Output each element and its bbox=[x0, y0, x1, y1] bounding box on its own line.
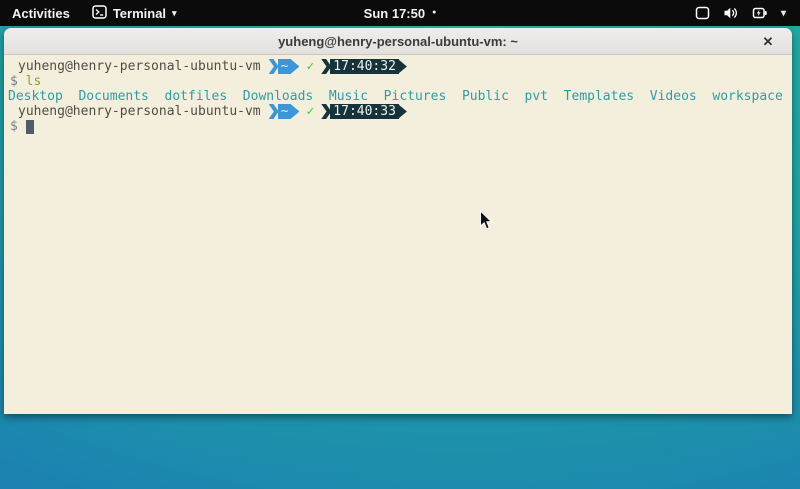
command-line: $ ls bbox=[4, 74, 792, 89]
system-tray-menu[interactable]: ▾ bbox=[681, 0, 800, 26]
directory-name: Music bbox=[329, 89, 368, 104]
status-check-icon: ✓ bbox=[306, 59, 314, 74]
prompt-time: 17:40:33 bbox=[330, 104, 399, 119]
directory-name: Pictures bbox=[384, 89, 447, 104]
directory-name: Templates bbox=[564, 89, 634, 104]
directory-name: Videos bbox=[650, 89, 697, 104]
window-title: yuheng@henry-personal-ubuntu-vm: ~ bbox=[278, 34, 518, 49]
input-line[interactable]: $ bbox=[4, 119, 792, 134]
terminal-window: yuheng@henry-personal-ubuntu-vm: ~ ✕ yuh… bbox=[4, 28, 792, 414]
terminal-app-icon bbox=[92, 5, 107, 22]
directory-name: pvt bbox=[525, 89, 548, 104]
clock[interactable]: Sun 17:50 bbox=[364, 6, 425, 21]
prompt-user-host: yuheng@henry-personal-ubuntu-vm bbox=[18, 104, 261, 119]
directory-name: Downloads bbox=[243, 89, 313, 104]
battery-charging-icon bbox=[752, 6, 768, 20]
prompt-line: yuheng@henry-personal-ubuntu-vm ~ ✓ 17:4… bbox=[4, 104, 792, 119]
typed-command: ls bbox=[26, 74, 42, 89]
prompt-time: 17:40:32 bbox=[330, 59, 399, 74]
app-menu-terminal[interactable]: Terminal ▾ bbox=[82, 0, 187, 26]
directory-name: Documents bbox=[78, 89, 148, 104]
chevron-down-icon: ▾ bbox=[172, 8, 177, 19]
top-bar: Activities Terminal ▾ Sun 17:50 ● bbox=[0, 0, 800, 26]
close-button[interactable]: ✕ bbox=[756, 28, 780, 55]
notification-dot-icon: ● bbox=[432, 0, 436, 26]
powerline-arrow-icon bbox=[290, 59, 299, 74]
app-menu-label: Terminal bbox=[113, 6, 166, 21]
prompt-cwd: ~ bbox=[278, 59, 292, 74]
display-icon bbox=[695, 6, 710, 20]
prompt-cwd-segment: ~ bbox=[269, 104, 300, 119]
directory-name: workspace bbox=[712, 89, 782, 104]
prompt-symbol: $ bbox=[10, 74, 18, 89]
terminal-content[interactable]: yuheng@henry-personal-ubuntu-vm ~ ✓ 17:4… bbox=[4, 55, 792, 414]
directory-name: Desktop bbox=[8, 89, 63, 104]
text-cursor bbox=[26, 120, 34, 134]
status-check-icon: ✓ bbox=[306, 104, 314, 119]
prompt-symbol: $ bbox=[10, 119, 18, 134]
powerline-arrow-icon bbox=[398, 104, 407, 119]
prompt-line: yuheng@henry-personal-ubuntu-vm ~ ✓ 17:4… bbox=[4, 59, 792, 74]
powerline-arrow-icon bbox=[290, 104, 299, 119]
activities-label: Activities bbox=[12, 6, 70, 21]
prompt-time-segment: 17:40:33 bbox=[321, 104, 407, 119]
powerline-arrow-icon bbox=[398, 59, 407, 74]
prompt-cwd: ~ bbox=[278, 104, 292, 119]
window-titlebar[interactable]: yuheng@henry-personal-ubuntu-vm: ~ ✕ bbox=[4, 28, 792, 55]
prompt-cwd-segment: ~ bbox=[269, 59, 300, 74]
directory-name: Public bbox=[462, 89, 509, 104]
activities-button[interactable]: Activities bbox=[0, 0, 82, 26]
chevron-down-icon: ▾ bbox=[781, 8, 786, 19]
volume-icon bbox=[723, 6, 739, 20]
prompt-user-host: yuheng@henry-personal-ubuntu-vm bbox=[18, 59, 261, 74]
ls-output-line: Desktop Documents dotfiles Downloads Music Pi… bbox=[4, 89, 792, 104]
prompt-time-segment: 17:40:32 bbox=[321, 59, 407, 74]
directory-name: dotfiles bbox=[165, 89, 228, 104]
